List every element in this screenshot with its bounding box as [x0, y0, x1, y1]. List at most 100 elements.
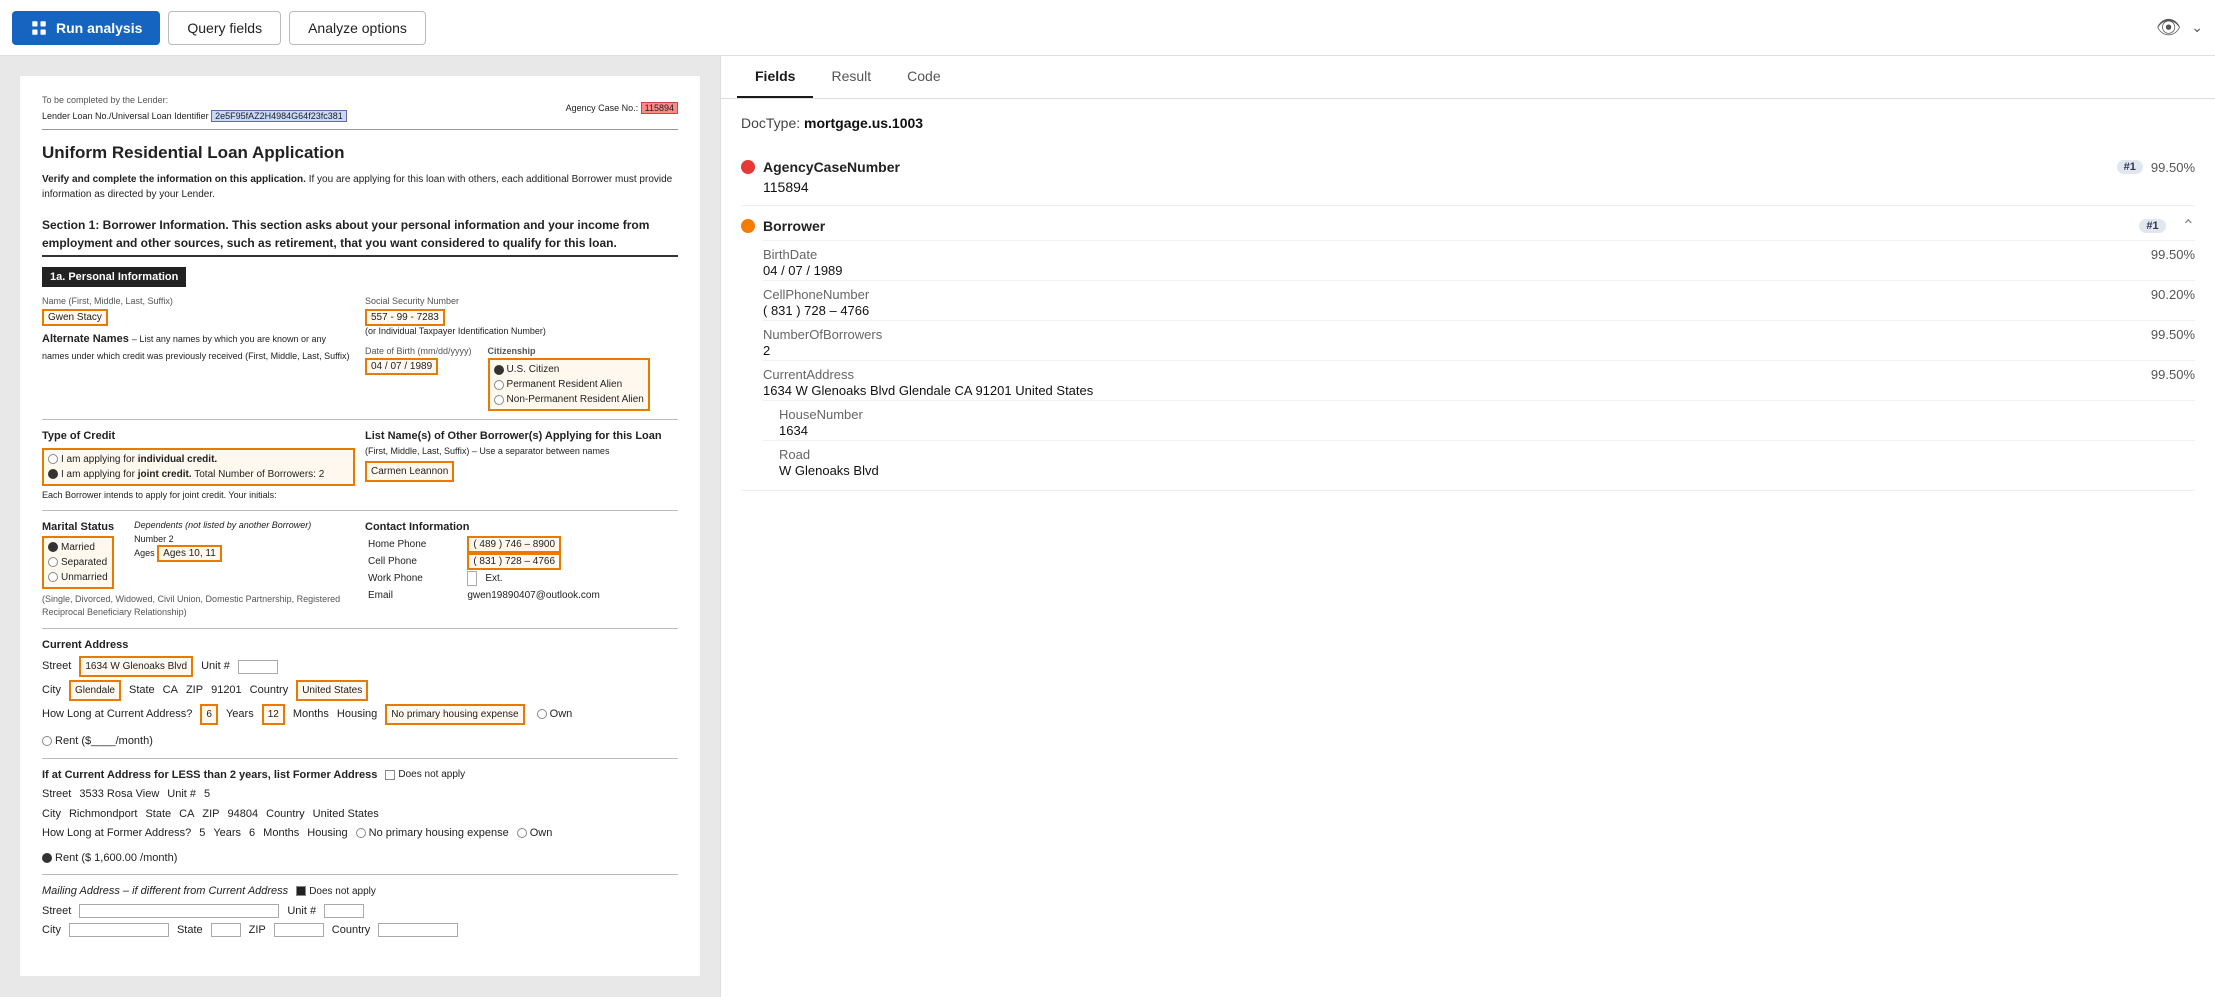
months-label: Months: [293, 706, 329, 723]
radio-individual: [48, 454, 58, 464]
former-unit-value: 5: [204, 786, 210, 803]
mailing-state-label: State: [177, 922, 203, 939]
analyze-label: Analyze options: [308, 20, 407, 36]
city-label: City: [42, 682, 61, 699]
former-unit-label: Unit #: [167, 786, 196, 803]
mailing-state-value: [211, 923, 241, 937]
collapse-borrower-button[interactable]: ⌃: [2182, 216, 2195, 236]
former-country-label: Country: [266, 806, 305, 823]
former-city-value: Richmondport: [69, 806, 137, 823]
marital-section: Marital Status Married Separated: [42, 519, 355, 620]
mailing-country-value: [378, 923, 458, 937]
query-fields-button[interactable]: Query fields: [168, 11, 281, 45]
radio-joint: [48, 469, 58, 479]
former-zip-label: ZIP: [202, 806, 219, 823]
zip-label: ZIP: [186, 682, 203, 699]
citizenship-option-2: Permanent Resident Alien: [494, 377, 644, 392]
housing-option-cur: No primary housing expense: [385, 704, 524, 725]
sub-birthdate: BirthDate 04 / 07 / 1989 99.50%: [763, 240, 2195, 280]
mailing-country-label: Country: [332, 922, 371, 939]
currentaddress-conf: 99.50%: [2151, 367, 2195, 382]
sub-current-address-col: CurrentAddress 1634 W Glenoaks Blvd Glen…: [763, 367, 1093, 398]
current-address-section: Current Address Street 1634 W Glenoaks B…: [42, 637, 678, 750]
cell-phone-value: ( 831 ) 728 – 4766: [467, 553, 561, 570]
current-address-row2: City Glendale State CA ZIP 91201 Country…: [42, 680, 678, 701]
mailing-address-section: Mailing Address – if different from Curr…: [42, 883, 678, 939]
dob-section: Date of Birth (mm/dd/yyyy) 04 / 07 / 198…: [365, 345, 472, 412]
home-phone-value: ( 489 ) 746 – 8900: [467, 536, 561, 553]
case-label: Agency Case No.:: [566, 103, 639, 113]
citizenship-option-1: U.S. Citizen: [494, 362, 644, 377]
doctype-row: DocType: mortgage.us.1003: [741, 115, 2195, 131]
run-icon: [30, 19, 48, 37]
email-row: Email gwen19890407@outlook.com: [365, 587, 678, 604]
home-phone-label: Home Phone: [365, 536, 464, 553]
birthdate-name: BirthDate: [763, 247, 843, 262]
chevron-down-icon[interactable]: ⌄: [2191, 19, 2203, 36]
former-housing-own: Own: [517, 825, 553, 842]
former-city-label: City: [42, 806, 61, 823]
housenumber-name: HouseNumber: [779, 407, 863, 422]
marital-contact-grid: Marital Status Married Separated: [42, 519, 678, 620]
dot-borrower: [741, 219, 755, 233]
section1-header: Section 1: Borrower Information. This se…: [42, 216, 678, 257]
sub-cellphone-col: CellPhoneNumber ( 831 ) 728 – 4766: [763, 287, 869, 318]
mailing-zip-value: [274, 923, 324, 937]
former-row3: How Long at Former Address? 5 Years 6 Mo…: [42, 825, 678, 866]
cell-phone-row: Cell Phone ( 831 ) 728 – 4766: [365, 553, 678, 570]
years-label: Years: [226, 706, 254, 723]
former-row1: Street 3533 Rosa View Unit # 5: [42, 786, 678, 803]
dependents-ages: Ages Ages 10, 11: [134, 546, 311, 561]
doc-case-label: Agency Case No.: 115894: [566, 102, 678, 116]
mailing-unit-value: [324, 904, 364, 918]
radio-permanent: [494, 380, 504, 390]
credit-options: I am applying for individual credit. I a…: [42, 448, 355, 486]
tab-result[interactable]: Result: [813, 56, 889, 98]
mailing-does-not-apply-checkbox: Does not apply: [296, 884, 376, 899]
mailing-street-value: [79, 904, 279, 918]
housing-label-cur: Housing: [337, 706, 377, 723]
document-panel: To be completed by the Lender: Lender Lo…: [0, 56, 720, 997]
field-item-borrower: Borrower #1 ⌃ BirthDate 04 / 07 / 1989 9…: [741, 206, 2195, 491]
lender-text: Lender Loan No./Universal Loan Identifie…: [42, 111, 209, 121]
how-long-label: How Long at Current Address?: [42, 706, 192, 723]
work-phone-label: Work Phone: [365, 570, 464, 587]
divider-4: [42, 758, 678, 759]
marital-options: Married Separated Unmarried: [42, 536, 114, 589]
run-analysis-button[interactable]: Run analysis: [12, 11, 160, 45]
tab-code[interactable]: Code: [889, 56, 958, 98]
months-value: 12: [262, 704, 285, 725]
former-state-value: CA: [179, 806, 194, 823]
dob-label: Date of Birth (mm/dd/yyyy): [365, 345, 472, 359]
work-phone-value: [467, 571, 477, 586]
mailing-row1: Street Unit #: [42, 903, 678, 920]
former-howlong-label: How Long at Former Address?: [42, 825, 191, 842]
current-address-row1: Street 1634 W Glenoaks Blvd Unit #: [42, 656, 678, 677]
cell-phone-label: Cell Phone: [365, 553, 464, 570]
tab-fields[interactable]: Fields: [737, 56, 813, 98]
dependents-number: Number 2: [134, 533, 311, 547]
eye-icon[interactable]: 👁: [2156, 15, 2181, 40]
query-label: Query fields: [187, 20, 262, 36]
sub-num-borrowers-col: NumberOfBorrowers 2: [763, 327, 882, 358]
current-address-label: Current Address: [42, 637, 678, 654]
lender-id: 2e5F95fAZ2H4984G64f23fc381: [211, 110, 347, 122]
dependents-col: Dependents (not listed by another Borrow…: [134, 519, 311, 589]
analyze-options-button[interactable]: Analyze options: [289, 11, 426, 45]
borrower-badge: #1: [2139, 219, 2165, 233]
field-header-borrower: Borrower #1 ⌃: [741, 216, 2195, 236]
mailing-city-value: [69, 923, 169, 937]
borrower-name: Borrower: [763, 218, 2131, 234]
name-row: Name (First, Middle, Last, Suffix) Gwen …: [42, 295, 355, 325]
sub-house-number: HouseNumber 1634: [763, 400, 2195, 440]
citizenship-option-3: Non-Permanent Resident Alien: [494, 392, 644, 407]
radio-married: [48, 542, 58, 552]
city-value: Glendale: [69, 680, 121, 701]
mailing-unit-label: Unit #: [287, 903, 316, 920]
ssn-row: Social Security Number 557 - 99 - 7283 (…: [365, 295, 678, 339]
sub-current-address: CurrentAddress 1634 W Glenoaks Blvd Glen…: [763, 360, 2195, 400]
lender-label: To be completed by the Lender:: [42, 94, 347, 108]
ext-label: Ext.: [485, 573, 502, 584]
email-label: Email: [365, 587, 464, 604]
sub-num-borrowers: NumberOfBorrowers 2 99.50%: [763, 320, 2195, 360]
